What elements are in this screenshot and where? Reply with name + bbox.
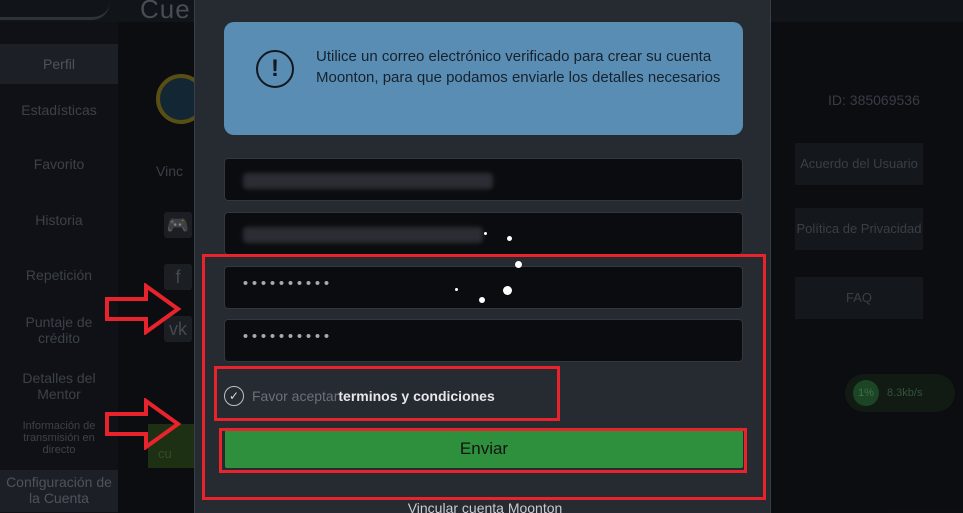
screen: Cue Perfil Estadísticas Favorito Histori… xyxy=(0,0,963,513)
highlight-box-submit xyxy=(219,428,747,473)
notice-banner: ! Utilice un correo electrónico verifica… xyxy=(224,22,743,135)
notice-text: Utilice un correo electrónico verificado… xyxy=(316,48,721,86)
highlight-box-terms xyxy=(214,366,560,421)
footer-link[interactable]: Vincular cuenta Moonton xyxy=(335,500,635,513)
arrow-right-icon xyxy=(105,398,182,450)
info-exclamation-icon: ! xyxy=(256,50,294,88)
loading-dot xyxy=(507,236,512,241)
email-value-obscured xyxy=(243,173,493,189)
verification-value-obscured xyxy=(243,227,483,243)
email-field[interactable] xyxy=(224,158,743,201)
loading-dot xyxy=(484,232,487,235)
arrow-right-icon xyxy=(105,283,182,335)
